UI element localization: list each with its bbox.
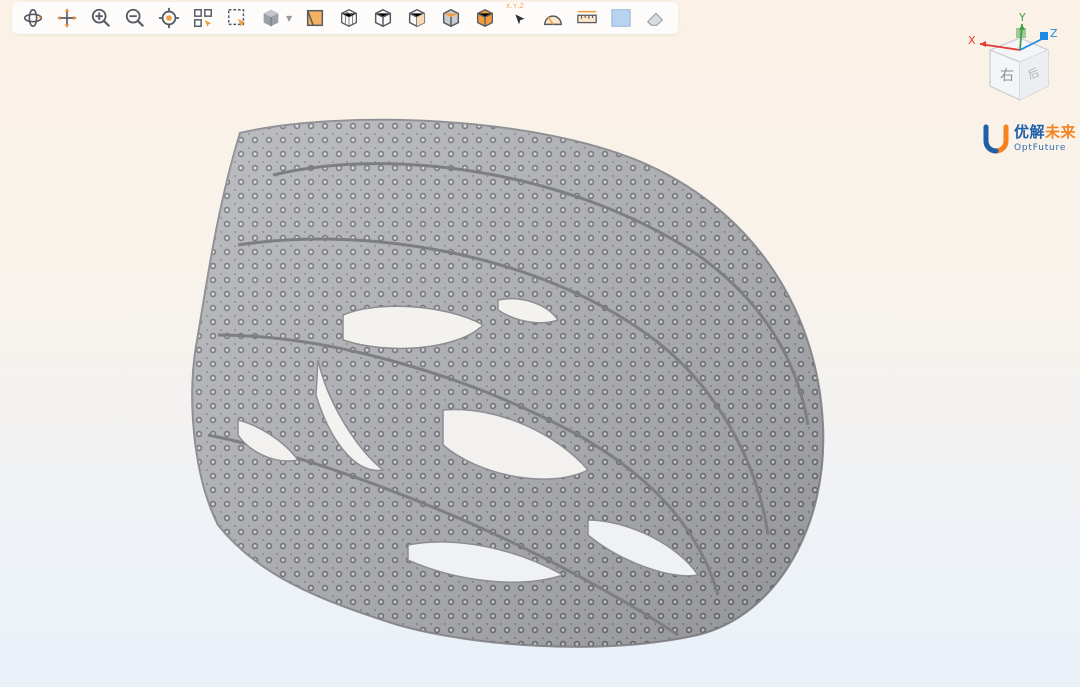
- axis-y-label: Y: [1018, 11, 1026, 24]
- box-select-icon: [228, 9, 246, 27]
- select-all-button[interactable]: [190, 5, 216, 31]
- rotate-icon: [23, 8, 43, 28]
- view-side-icon: [409, 8, 426, 28]
- zoom-out-icon: [125, 8, 145, 28]
- wireframe-cube-icon: [341, 9, 358, 27]
- view-iso-icon: [477, 9, 494, 27]
- fit-view-icon: [158, 7, 180, 29]
- axis-x-label: X: [968, 34, 976, 47]
- axis-z-label: Z: [1050, 27, 1058, 40]
- pan-button[interactable]: [54, 5, 80, 31]
- section-view-icon: [307, 9, 324, 27]
- measure-distance-button[interactable]: [574, 5, 600, 31]
- chevron-down-icon[interactable]: ▼: [286, 14, 292, 23]
- brand-logo: 优解未来 OptFuture: [982, 122, 1077, 156]
- brand-u-icon: [983, 124, 1009, 154]
- background-color-button[interactable]: [608, 5, 634, 31]
- rotate-button[interactable]: [20, 5, 46, 31]
- view-side-button[interactable]: [404, 5, 430, 31]
- view-front-icon: [375, 8, 392, 28]
- measure-angle-button[interactable]: [540, 5, 566, 31]
- zoom-in-button[interactable]: [88, 5, 114, 31]
- pick-point-caption: X,Y,Z: [506, 3, 525, 10]
- view-iso-button[interactable]: [472, 5, 498, 31]
- wireframe-button[interactable]: [336, 5, 362, 31]
- eraser-button[interactable]: [642, 5, 668, 31]
- cube-face-right-label[interactable]: 右: [1000, 68, 1014, 84]
- render-mode-icon: [263, 9, 279, 27]
- section-view-button[interactable]: [302, 5, 328, 31]
- pan-icon: [57, 8, 77, 28]
- brand-cn: 优解未来: [1014, 123, 1077, 141]
- toolbar: ▼ X,Y,Z: [12, 2, 678, 34]
- helmet-mesh[interactable]: [191, 118, 825, 648]
- select-all-icon: [194, 9, 212, 28]
- fit-view-button[interactable]: [156, 5, 182, 31]
- render-mode-button[interactable]: [258, 5, 284, 31]
- pick-point-button[interactable]: X,Y,Z: [506, 3, 532, 31]
- view-front-button[interactable]: [370, 5, 396, 31]
- box-select-button[interactable]: [224, 5, 250, 31]
- background-color-icon: [611, 9, 631, 27]
- zoom-out-button[interactable]: [122, 5, 148, 31]
- measure-angle-icon: [544, 15, 563, 26]
- zoom-in-icon: [91, 8, 111, 28]
- pick-point-icon: [515, 14, 525, 25]
- brand-en: OptFuture: [1014, 143, 1067, 153]
- view-top-icon: [443, 8, 460, 28]
- eraser-icon: [647, 12, 664, 26]
- measure-distance-icon: [577, 10, 597, 24]
- view-cube[interactable]: X Y Z 右 后: [962, 10, 1062, 110]
- helmet-model-viewport[interactable]: [178, 105, 838, 655]
- view-top-button[interactable]: [438, 5, 464, 31]
